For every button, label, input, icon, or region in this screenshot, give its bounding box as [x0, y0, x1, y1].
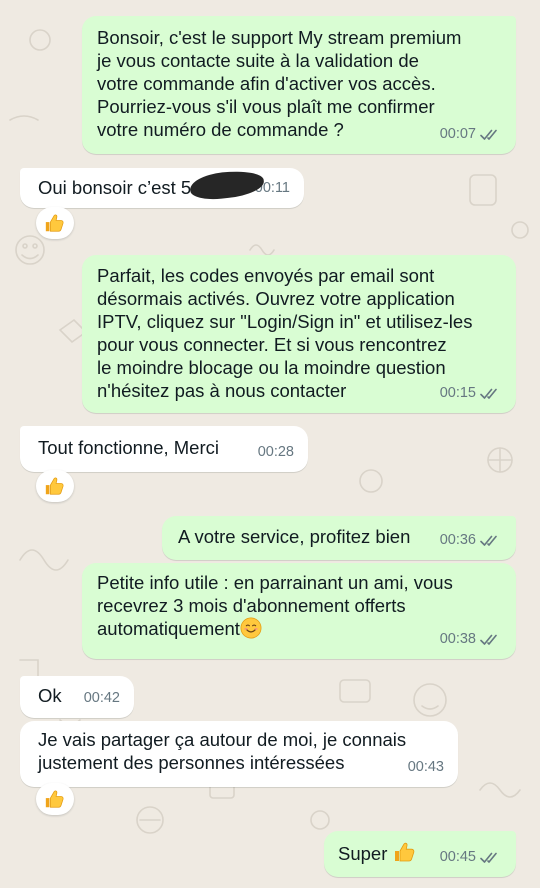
message-meta: 00:28: [258, 441, 294, 464]
reaction-badge[interactable]: [36, 207, 74, 239]
message-time: 00:42: [83, 690, 120, 706]
message-meta: 00:07: [440, 123, 502, 146]
message-time: 00:15: [439, 385, 476, 401]
message-meta: 00:45: [440, 846, 502, 869]
outgoing-message[interactable]: A votre service, profitez bien 00:36: [162, 516, 516, 560]
reaction-badge[interactable]: [36, 470, 74, 502]
incoming-message[interactable]: Ok 00:42: [20, 676, 134, 718]
message-time: 00:45: [439, 849, 476, 865]
double-check-icon: [480, 535, 497, 546]
thumbs-up-emoji: [394, 842, 414, 862]
message-text: Je vais partager ça autour de moi, je co…: [38, 729, 407, 773]
double-check-icon: [480, 634, 497, 645]
message-list[interactable]: Bonsoir, c'est le support My stream prem…: [0, 0, 540, 888]
message-meta: 00:42: [84, 687, 120, 710]
reaction-badge[interactable]: [36, 783, 74, 815]
thumbs-up-emoji: [45, 790, 64, 808]
message-time: 00:38: [439, 631, 476, 647]
double-check-icon: [480, 852, 497, 863]
message-text-content: Petite info utile : en parrainant un ami…: [97, 572, 453, 639]
outgoing-message[interactable]: Bonsoir, c'est le support My stream prem…: [82, 16, 516, 154]
message-meta: 00:15: [440, 382, 502, 405]
incoming-message[interactable]: Tout fonctionne, Merci 00:28: [20, 426, 308, 472]
message-text-content: Super: [338, 843, 388, 864]
message-text: Tout fonctionne, Merci: [38, 437, 219, 458]
thumbs-up-emoji: [45, 477, 64, 495]
outgoing-message[interactable]: Super 00:45: [324, 831, 516, 877]
double-check-icon: [480, 129, 497, 140]
message-meta: 00:43: [408, 756, 444, 779]
smiling-face-emoji: [240, 617, 262, 639]
message-meta: 00:36: [440, 529, 502, 552]
thumbs-up-emoji: [45, 214, 64, 232]
message-time: 00:36: [439, 532, 476, 548]
message-time: 00:28: [257, 444, 294, 460]
message-time: 00:07: [439, 126, 476, 142]
outgoing-message[interactable]: Parfait, les codes envoyés par email son…: [82, 255, 516, 413]
incoming-message[interactable]: Oui bonsoir c’est 5 00:11: [20, 168, 304, 208]
double-check-icon: [480, 388, 497, 399]
message-meta: 00:38: [440, 628, 502, 651]
message-time: 00:43: [407, 759, 444, 775]
outgoing-message[interactable]: Petite info utile : en parrainant un ami…: [82, 563, 516, 659]
incoming-message[interactable]: Je vais partager ça autour de moi, je co…: [20, 721, 458, 787]
